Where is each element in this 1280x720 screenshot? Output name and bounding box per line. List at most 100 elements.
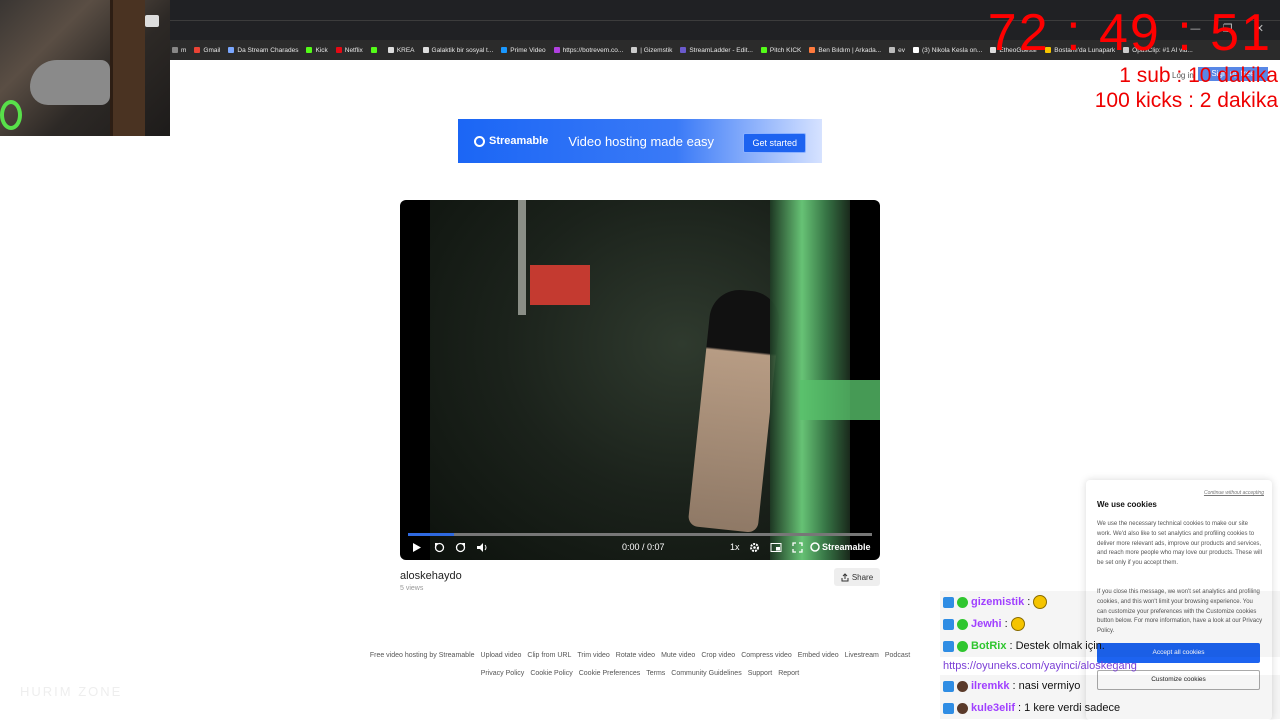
bookmark-label: Da Stream Charades [237, 46, 299, 54]
chat-message: gizemistik: [940, 591, 1280, 613]
footer-link[interactable]: Crop video [701, 652, 735, 659]
chat-username[interactable]: ilremkk [971, 680, 1010, 692]
bookmark-favicon-icon [172, 47, 178, 53]
bookmark-item[interactable]: https://botrevem.co... [553, 46, 624, 54]
bookmark-item[interactable]: Pitch KICK [760, 47, 801, 54]
get-started-button[interactable]: Get started [743, 133, 806, 153]
chat-text: : nasi vermiyo [1012, 680, 1081, 692]
bookmark-item[interactable]: (3) Nikola Kesla on... [912, 47, 982, 54]
frame-pole [518, 200, 526, 315]
footer-link[interactable]: Podcast [885, 652, 910, 659]
bookmark-label: https://botrevem.co... [562, 46, 624, 54]
video-frame [430, 200, 880, 560]
rewind-icon[interactable] [434, 542, 445, 553]
chat-username[interactable]: BotRix [971, 640, 1006, 652]
bookmark-favicon-icon [422, 47, 429, 53]
chat-badge-icon [957, 680, 968, 692]
bookmark-label: Ben Bıldım | Arkada... [818, 46, 882, 54]
streamable-logo: Streamable [474, 135, 548, 147]
play-icon[interactable] [412, 542, 422, 553]
bookmark-favicon-icon [194, 47, 201, 53]
footer-link[interactable]: Terms [646, 670, 665, 677]
share-button[interactable]: Share [834, 568, 880, 586]
stream-timer: 72 : 49 : 51 [987, 4, 1272, 62]
bookmark-favicon-icon [335, 47, 342, 53]
webcam-shelf [145, 15, 159, 27]
footer-link[interactable]: Privacy Policy [481, 670, 525, 677]
faded-overlay-text: HURIM ZONE [20, 684, 123, 699]
footer-link[interactable]: Report [778, 670, 799, 677]
footer-link[interactable]: Mute video [661, 652, 695, 659]
volume-icon[interactable] [476, 542, 488, 553]
chat-text: : 1 kere verdi sadece [1018, 702, 1121, 714]
footer-link[interactable]: Rotate video [616, 652, 655, 659]
footer-link[interactable]: Embed video [798, 652, 839, 659]
footer-link[interactable]: Cookie Policy [530, 670, 572, 677]
player-brand[interactable]: Streamable [810, 542, 871, 552]
goal-kicks: 100 kicks : 2 dakika [1094, 89, 1278, 112]
bookmark-favicon-icon [680, 47, 687, 53]
bookmark-favicon-icon [501, 47, 508, 53]
video-progress-bar[interactable] [408, 533, 872, 536]
goal-sub: 1 sub : 10 dakika [1119, 64, 1278, 87]
bookmark-item[interactable]: Kick [306, 46, 328, 54]
continue-without-accepting-link[interactable]: Continue without accepting [1204, 490, 1264, 496]
bookmark-label: Kick [315, 46, 328, 54]
footer-link[interactable]: Trim video [577, 652, 609, 659]
chat-link[interactable]: https://oyuneks.com/yayinci/aloskegang [940, 657, 1280, 675]
footer-links-row1: Free video hosting by Streamable Upload v… [340, 652, 940, 659]
footer-link[interactable]: Compress video [741, 652, 792, 659]
bookmark-label: Prime Video [510, 46, 546, 54]
bookmark-favicon-icon [912, 47, 919, 53]
settings-icon[interactable] [749, 542, 760, 553]
bookmark-item[interactable]: KREA [387, 47, 415, 54]
cookie-title: We use cookies [1097, 500, 1157, 509]
bookmark-favicon-icon [370, 47, 377, 53]
bookmark-item[interactable]: Ben Bıldım | Arkada... [809, 47, 881, 54]
chat-message: Jewhi: [940, 613, 1280, 635]
footer-link[interactable]: Clip from URL [527, 652, 571, 659]
forward-icon[interactable] [455, 542, 466, 553]
footer-link[interactable]: Livestream [845, 652, 879, 659]
chat-badge-icon [957, 596, 968, 608]
chat-message: ilremkk: nasi vermiyo [940, 675, 1280, 697]
footer-link[interactable]: Upload video [481, 652, 522, 659]
footer-link[interactable]: Cookie Preferences [579, 670, 640, 677]
bookmark-item[interactable]: ev [889, 47, 905, 54]
screen: — ❐ ✕ m Gmail Da Stream Charades Kick Netflix K… [0, 0, 1280, 720]
bookmark-item[interactable]: Netflix [335, 47, 363, 54]
bookmark-favicon-icon [809, 47, 816, 53]
bookmark-item[interactable]: Da Stream Charades [228, 47, 298, 54]
stream-goals: 1 sub : 10 dakika 100 kicks : 2 dakika [1095, 63, 1278, 113]
bookmark-item[interactable]: Gmail [194, 47, 220, 54]
chat-username[interactable]: kule3elif [971, 702, 1015, 714]
banner-tagline: Video hosting made easy [568, 133, 715, 149]
footer-link[interactable]: Free video hosting by Streamable [370, 652, 475, 659]
bookmark-item[interactable]: Galaktik bir sosyal t... [422, 47, 493, 54]
video-player[interactable]: 0:00 / 0:07 1x Streamable [400, 200, 880, 560]
bookmark-item[interactable] [370, 47, 380, 53]
chat-badge-icon [943, 702, 954, 714]
share-icon [841, 572, 849, 581]
chat-message: kule3elif: 1 kere verdi sadece [940, 697, 1280, 719]
fullscreen-icon[interactable] [792, 542, 803, 553]
chat-username[interactable]: gizemistik [971, 596, 1024, 608]
bookmark-label: Gmail [203, 46, 221, 54]
cookie-text-1: We use the necessary technical cookies t… [1097, 521, 1262, 567]
streamable-banner-ad[interactable]: Streamable Video hosting made easy Get s… [458, 119, 822, 163]
chat-text: : [1027, 596, 1031, 608]
chat-emoji-icon [1010, 617, 1025, 631]
bookmark-item[interactable]: m [172, 47, 186, 54]
speed-button[interactable]: 1x [730, 542, 740, 552]
bookmark-item[interactable]: | Gizemstik [631, 47, 672, 54]
frame-green-light [800, 380, 880, 420]
bookmark-favicon-icon [760, 47, 767, 53]
chat-username[interactable]: Jewhi [971, 618, 1002, 630]
bookmark-item[interactable]: StreamLadder - Edit... [680, 47, 753, 54]
webcam-overlay [0, 0, 170, 136]
video-title: aloskehaydo [400, 570, 462, 582]
footer-link[interactable]: Support [748, 670, 773, 677]
miniplayer-icon[interactable] [770, 542, 782, 553]
bookmark-item[interactable]: Prime Video [501, 46, 546, 54]
footer-link[interactable]: Community Guidelines [671, 670, 741, 677]
